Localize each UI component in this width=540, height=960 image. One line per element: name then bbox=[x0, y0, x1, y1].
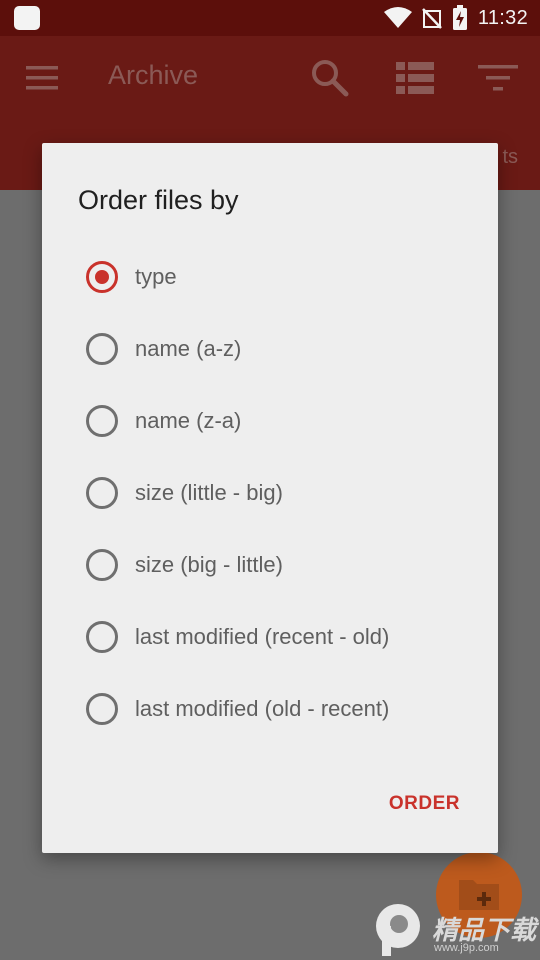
search-icon[interactable] bbox=[310, 58, 350, 98]
option-label: name (a-z) bbox=[135, 336, 242, 361]
option-label: size (big - little) bbox=[135, 552, 283, 577]
order-option-size-asc[interactable]: size (little - big) bbox=[42, 461, 498, 525]
order-dialog: Order files by type name (a-z) name (z-a… bbox=[42, 143, 498, 853]
tab-label[interactable]: ts bbox=[502, 146, 518, 169]
dialog-title: Order files by bbox=[78, 185, 239, 215]
radio-button-checked[interactable] bbox=[86, 261, 118, 293]
option-label: name (z-a) bbox=[135, 408, 242, 433]
order-option-modified-recent[interactable]: last modified (recent - old) bbox=[42, 605, 498, 669]
order-option-name-asc[interactable]: name (a-z) bbox=[42, 317, 498, 381]
order-option-size-desc[interactable]: size (big - little) bbox=[42, 533, 498, 597]
order-option-name-desc[interactable]: name (z-a) bbox=[42, 389, 498, 453]
radio-button[interactable] bbox=[86, 405, 118, 437]
menu-icon[interactable] bbox=[26, 64, 58, 92]
option-label: type bbox=[135, 264, 177, 289]
status-bar: 11:32 bbox=[0, 0, 540, 36]
wifi-icon bbox=[383, 7, 412, 28]
clock: 11:32 bbox=[477, 6, 528, 29]
option-label: last modified (recent - old) bbox=[135, 624, 390, 649]
radio-button[interactable] bbox=[86, 693, 118, 725]
radio-button[interactable] bbox=[86, 477, 118, 509]
filter-icon[interactable] bbox=[478, 62, 518, 94]
watermark-logo-icon bbox=[376, 904, 420, 956]
order-option-modified-old[interactable]: last modified (old - recent) bbox=[42, 677, 498, 741]
view-list-icon[interactable] bbox=[396, 60, 434, 96]
order-option-type[interactable]: type bbox=[42, 245, 498, 309]
watermark: 精品下载 www.j9p.com bbox=[372, 902, 540, 960]
radio-button[interactable] bbox=[86, 549, 118, 581]
battery-charging-icon bbox=[452, 5, 467, 30]
app-bar: Archive bbox=[0, 36, 540, 120]
signal-off-icon bbox=[422, 8, 442, 29]
option-label: size (little - big) bbox=[135, 480, 283, 505]
watermark-url: www.j9p.com bbox=[434, 942, 499, 954]
status-icons: 11:32 bbox=[383, 0, 528, 36]
app-notification-icon bbox=[14, 6, 40, 30]
order-button[interactable]: ORDER bbox=[389, 793, 460, 815]
radio-button[interactable] bbox=[86, 333, 118, 365]
radio-button[interactable] bbox=[86, 621, 118, 653]
option-label: last modified (old - recent) bbox=[135, 696, 390, 721]
page-title: Archive bbox=[108, 60, 199, 90]
